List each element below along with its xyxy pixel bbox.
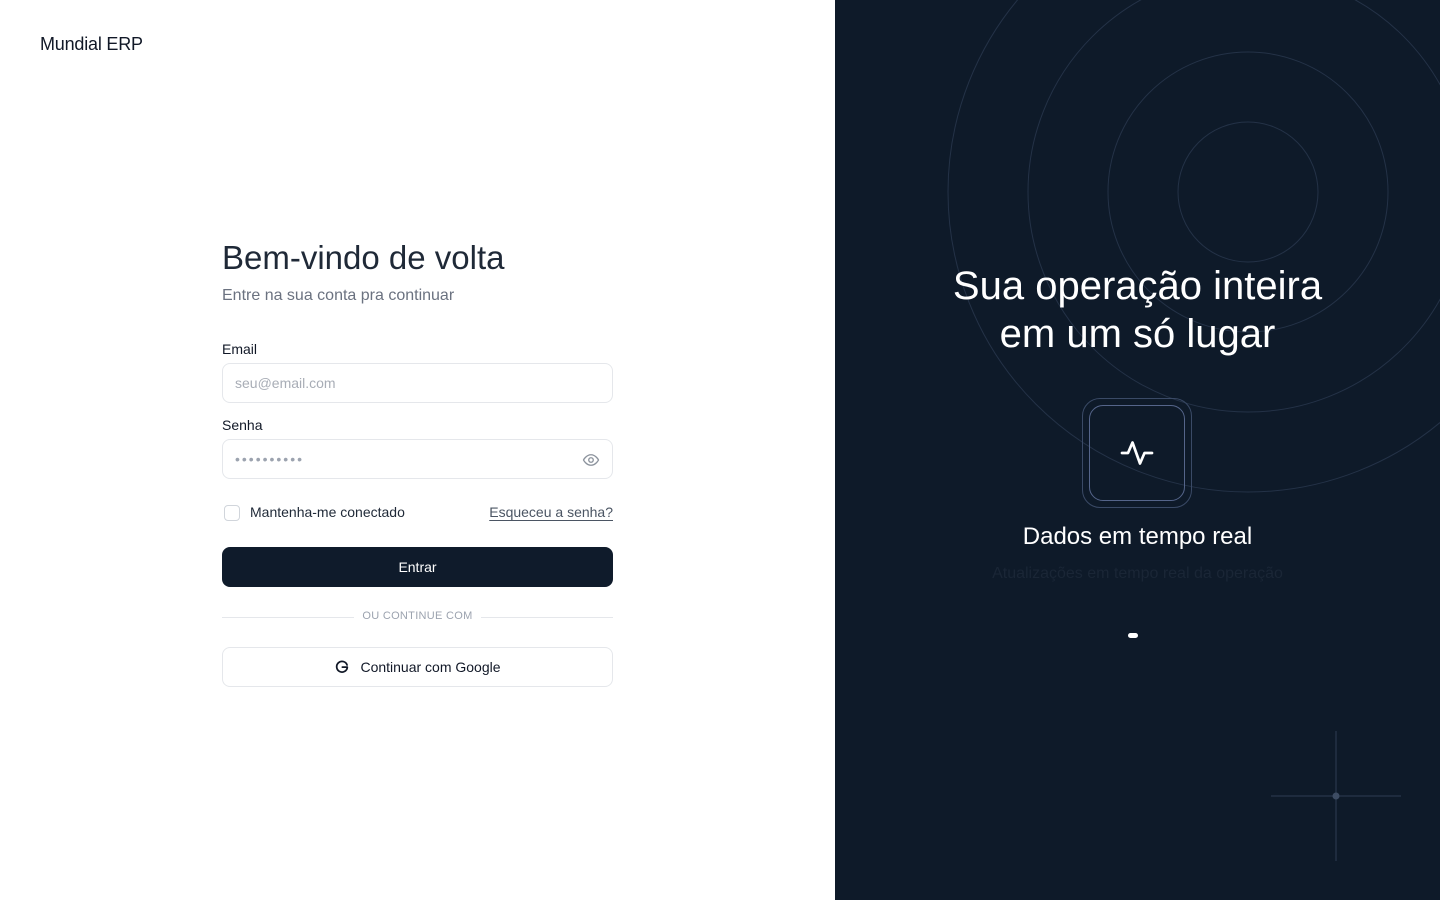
page-subtitle: Entre na sua conta pra continuar	[222, 287, 455, 304]
feature-subtitle: Atualizações em tempo real da operação	[992, 565, 1283, 582]
password-label: Senha	[222, 417, 263, 433]
showcase-panel: Sua operação inteira em um só lugar Dado…	[835, 0, 1440, 900]
email-field-wrapper	[222, 363, 613, 403]
divider: OU CONTINUE COM	[222, 609, 613, 625]
crosshair-decoration	[1271, 731, 1401, 861]
feature-icon-inner	[1089, 405, 1185, 501]
submit-button[interactable]: Entrar	[222, 547, 613, 587]
showcase-headline: Sua operação inteira em um só lugar	[835, 262, 1440, 358]
password-field[interactable]	[223, 440, 612, 478]
remember-row: Mantenha-me conectado Esqueceu a senha?	[222, 502, 613, 524]
remember-label[interactable]: Mantenha-me conectado	[250, 504, 405, 520]
email-field[interactable]	[223, 364, 612, 402]
login-form: Bem-vindo de volta Entre na sua conta pr…	[222, 238, 613, 687]
password-field-wrapper	[222, 439, 613, 479]
divider-line-right	[481, 617, 613, 618]
eye-icon[interactable]	[582, 451, 600, 469]
carousel-indicator-active[interactable]	[1128, 633, 1138, 638]
feature-icon-frame	[1082, 398, 1192, 508]
headline-line-1: Sua operação inteira	[952, 264, 1323, 308]
activity-pulse-icon	[1120, 441, 1154, 465]
google-signin-button[interactable]: Continuar com Google	[222, 647, 613, 687]
feature-title: Dados em tempo real	[1022, 523, 1253, 550]
google-icon	[336, 660, 349, 673]
headline-line-2: em um só lugar	[999, 312, 1276, 356]
forgot-password-link[interactable]: Esqueceu a senha?	[489, 504, 613, 520]
brand-logo[interactable]: Mundial ERP	[40, 34, 143, 55]
divider-label: OU CONTINUE COM	[362, 610, 473, 622]
email-label: Email	[222, 341, 258, 357]
page-title: Bem-vindo de volta	[222, 239, 505, 276]
google-signin-label: Continuar com Google	[360, 659, 501, 675]
remember-checkbox[interactable]	[224, 505, 240, 521]
login-panel: Mundial ERP Bem-vindo de volta Entre na …	[0, 0, 835, 900]
